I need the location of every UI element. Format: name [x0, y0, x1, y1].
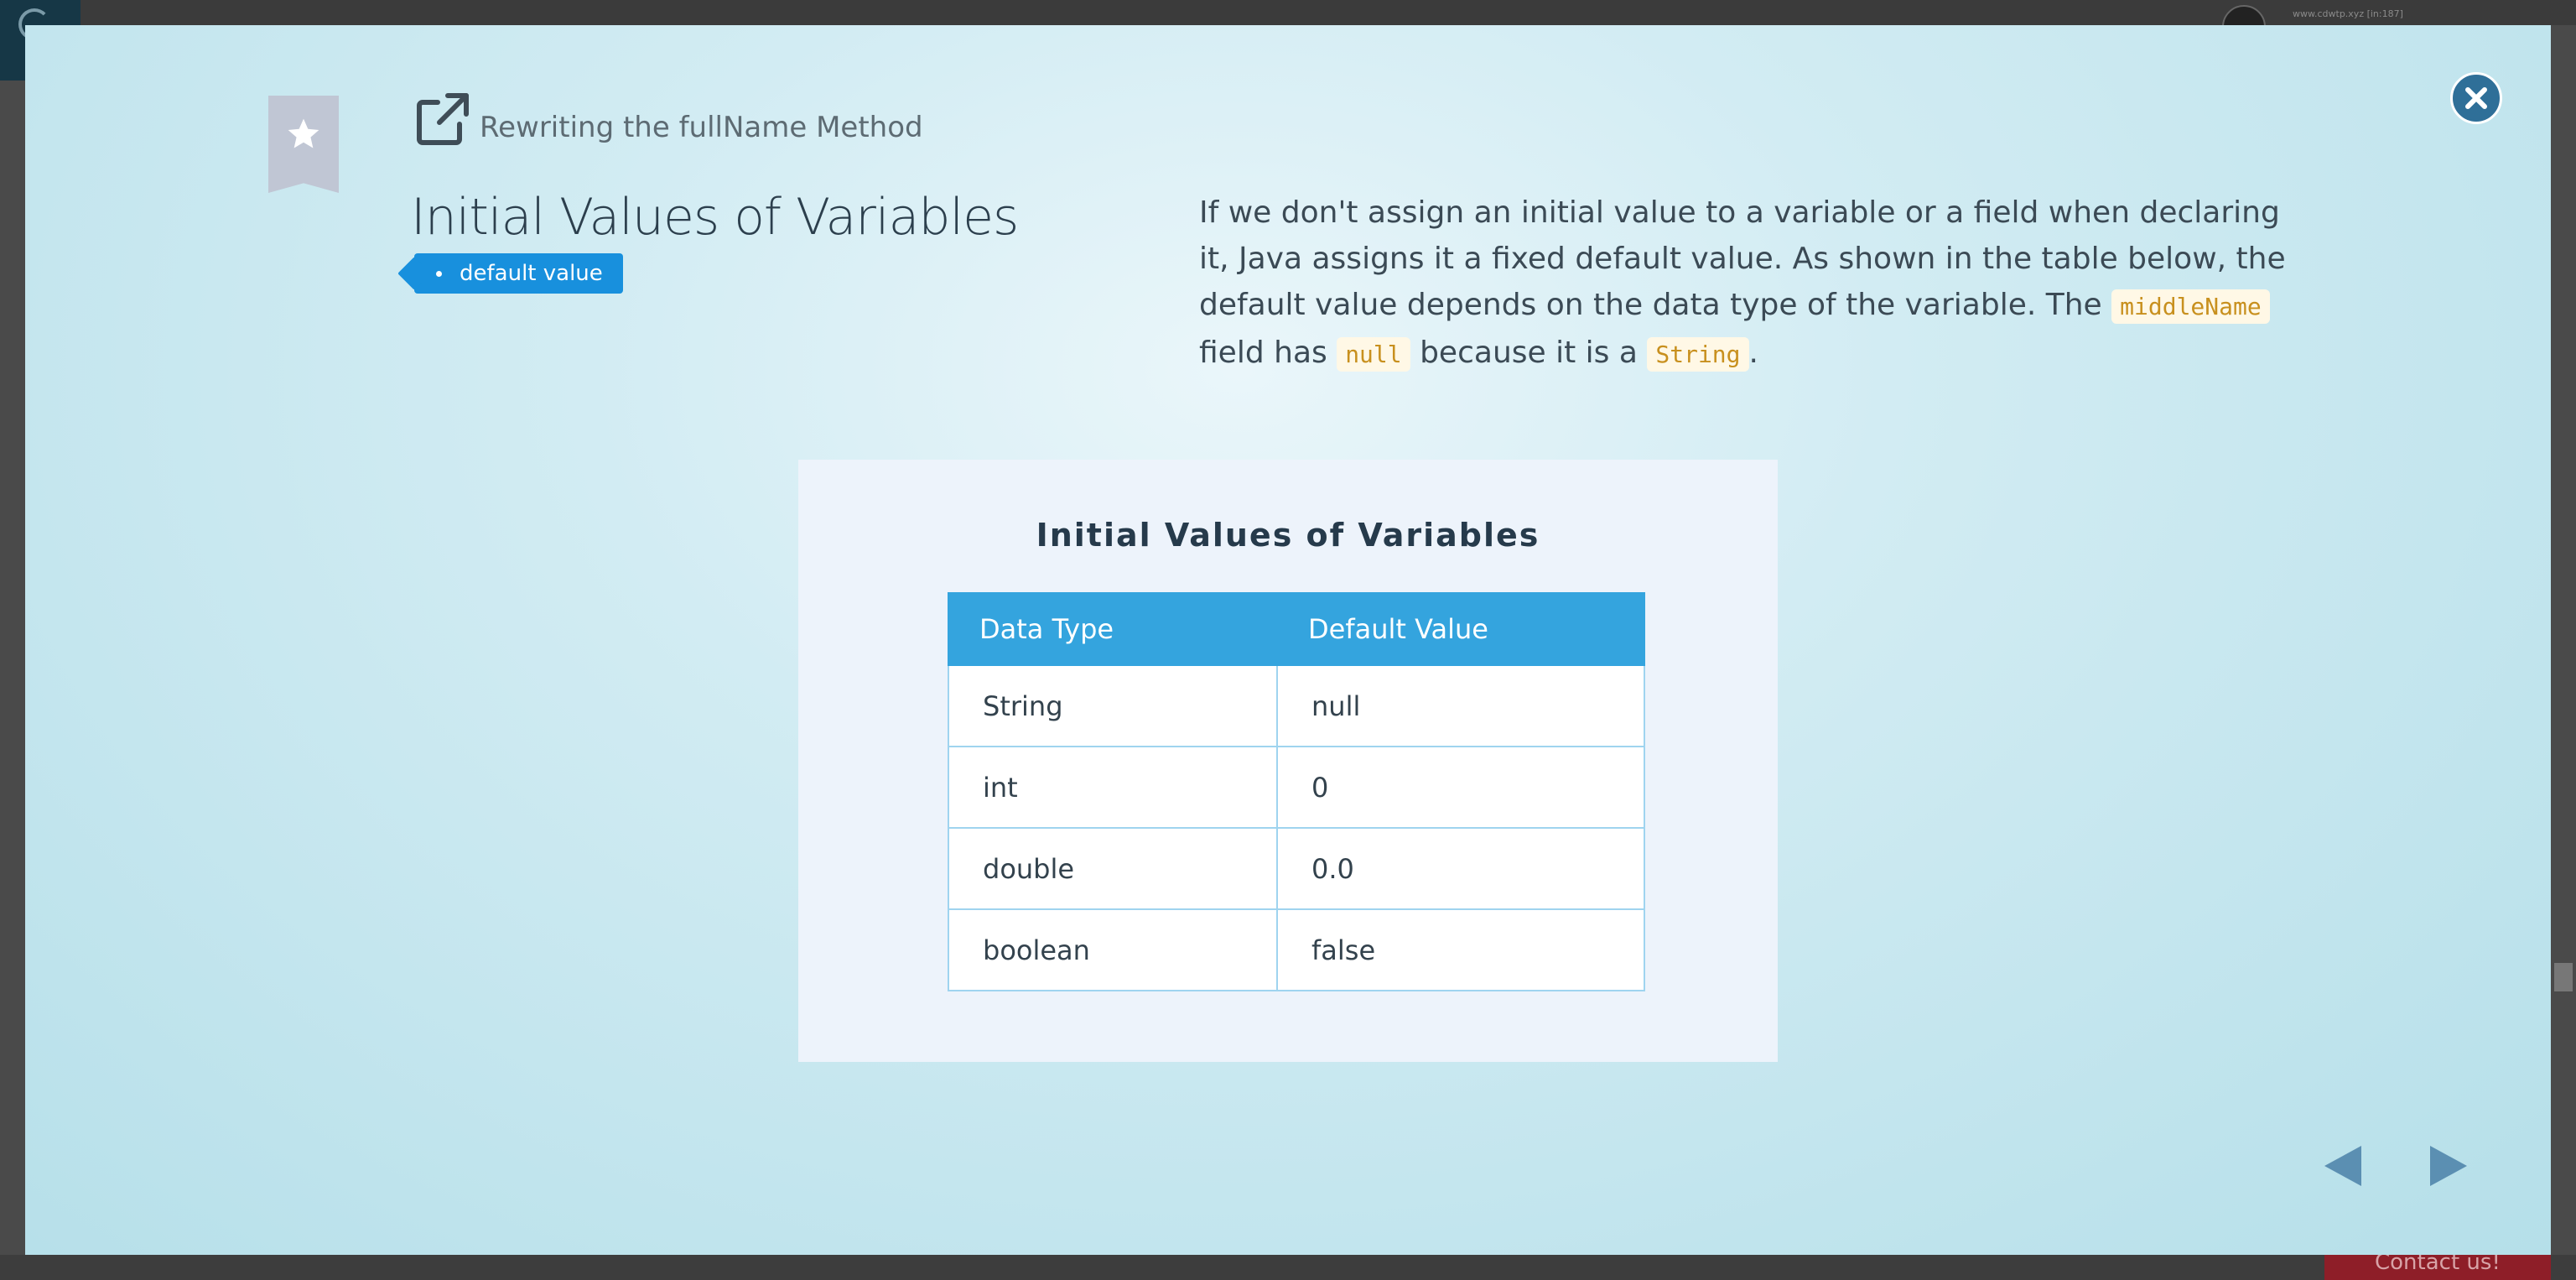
scrollbar-thumb[interactable]: [2554, 963, 2573, 991]
lesson-description: If we don't assign an initial value to a…: [1199, 190, 2306, 377]
description-text: field has: [1199, 336, 1337, 370]
figure-card: Initial Values of Variables Data Type De…: [798, 460, 1778, 1062]
close-button[interactable]: [2450, 72, 2502, 124]
column-header: Default Value: [1276, 592, 1645, 666]
previous-button[interactable]: [2321, 1141, 2380, 1191]
table-cell: boolean: [948, 908, 1278, 991]
table-cell: double: [948, 827, 1278, 910]
table-cell: 0: [1276, 746, 1645, 829]
background-topbar: [0, 0, 2576, 25]
external-link-icon[interactable]: [413, 91, 471, 149]
table-row: boolean false: [948, 908, 1645, 991]
next-button[interactable]: [2425, 1141, 2484, 1191]
code-null: null: [1337, 337, 1410, 372]
page-title: Initial Values of Variables: [411, 188, 1019, 247]
tag-label: default value: [460, 261, 603, 286]
description-text: because it is a: [1410, 336, 1648, 370]
table-header-row: Data Type Default Value: [948, 592, 1645, 666]
table-row: String null: [948, 664, 1645, 747]
tag-default-value[interactable]: default value: [414, 253, 623, 294]
table-cell: int: [948, 746, 1278, 829]
code-middlename: middleName: [2111, 289, 2270, 324]
triangle-left-icon: [2324, 1146, 2361, 1186]
close-icon: [2465, 87, 2487, 109]
code-string: String: [1647, 337, 1749, 372]
table-cell: String: [948, 664, 1278, 747]
bookmark-button[interactable]: [268, 96, 339, 193]
column-header: Data Type: [948, 592, 1278, 666]
table-row: int 0: [948, 746, 1645, 829]
background-bottombar: [0, 1255, 2576, 1280]
table-row: double 0.0: [948, 827, 1645, 910]
breadcrumb: Rewriting the fullName Method: [413, 91, 923, 149]
lesson-modal: Rewriting the fullName Method Initial Va…: [25, 25, 2551, 1255]
table-cell: 0.0: [1276, 827, 1645, 910]
breadcrumb-link[interactable]: Rewriting the fullName Method: [480, 111, 923, 144]
table-cell: null: [1276, 664, 1645, 747]
description-text: .: [1748, 336, 1758, 370]
star-icon: [288, 118, 319, 148]
tag-dot: [436, 271, 442, 277]
triangle-right-icon: [2430, 1146, 2467, 1186]
default-values-table: Data Type Default Value String null int …: [948, 592, 1645, 991]
figure-title: Initial Values of Variables: [1036, 517, 1540, 554]
table-cell: false: [1276, 908, 1645, 991]
url-text: www.cdwtp.xyz [in:187]: [2293, 8, 2403, 19]
